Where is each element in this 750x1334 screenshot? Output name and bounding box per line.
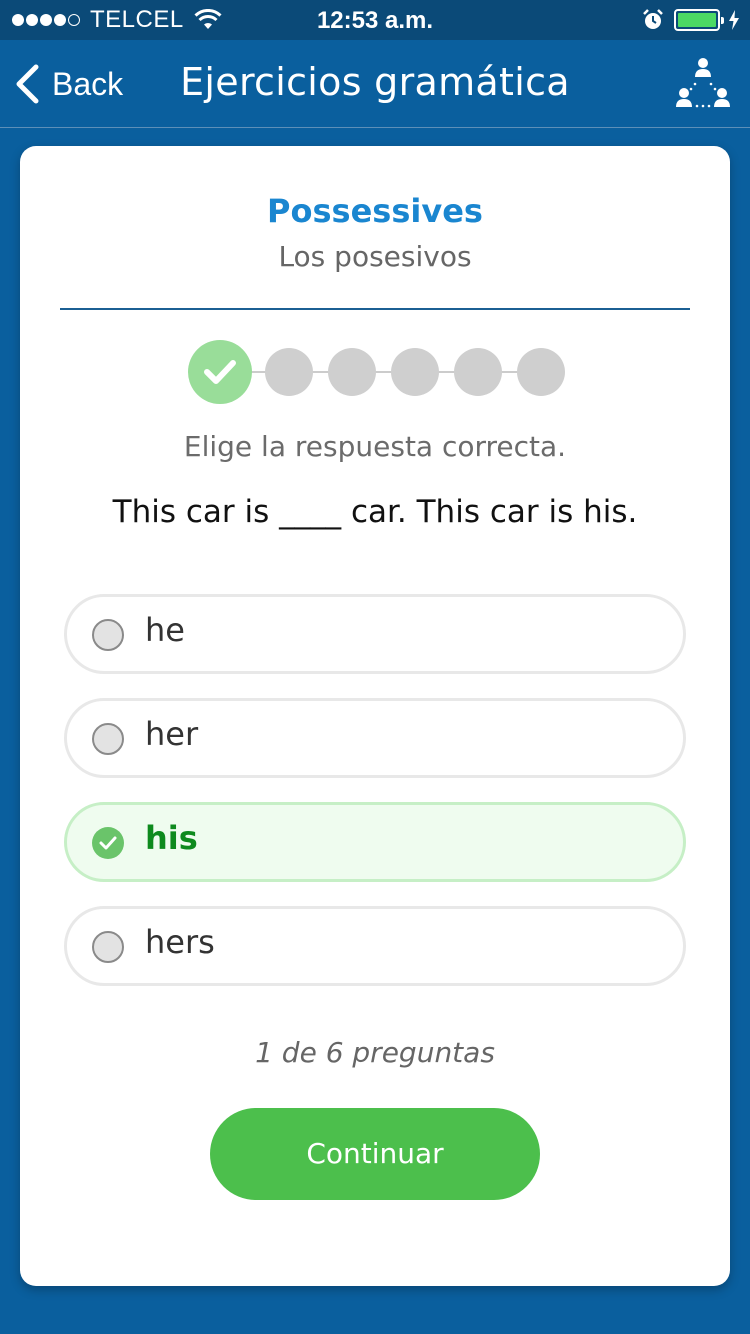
progress-step [517,348,565,396]
answer-option[interactable]: her [64,698,686,778]
radio-icon [92,619,124,651]
lesson-title: Possessives [267,192,483,230]
check-circle-icon [92,827,124,859]
status-bar: TELCEL 12:53 a.m. [0,0,750,40]
network-users-icon[interactable] [674,54,732,112]
instruction-text: Elige la respuesta correcta. [183,430,567,463]
question-counter: 1 de 6 preguntas [255,1036,495,1069]
battery-icon [674,9,724,31]
divider [60,308,690,310]
answer-option-label: he [145,611,185,649]
progress-step-completed [188,340,252,404]
progress-step [265,348,313,396]
answer-option-label: his [145,819,198,857]
radio-icon [92,723,124,755]
answer-option-label: hers [145,923,215,961]
lesson-subtitle: Los posesivos [278,240,472,273]
progress-step [328,348,376,396]
page-title: Ejercicios gramática [180,60,570,104]
exercise-card: Possessives Los posesivos Elige la respu… [20,146,730,1286]
alarm-clock-icon [643,9,663,29]
navigation-bar: Back Ejercicios gramática [0,40,750,128]
radio-icon [92,931,124,963]
answer-option[interactable]: hers [64,906,686,986]
charging-bolt-icon [729,10,739,30]
status-time: 12:53 a.m. [316,7,434,34]
answer-option-label: her [145,715,199,753]
progress-step [454,348,502,396]
checkmark-icon [204,360,236,384]
answer-option-correct[interactable]: his [64,802,686,882]
answer-option[interactable]: he [64,594,686,674]
status-right [642,8,740,32]
question-text: This car is ____ car. This car is his. [112,494,638,530]
progress-step [391,348,439,396]
continue-button[interactable]: Continuar [210,1108,540,1200]
question-progress [188,340,568,404]
